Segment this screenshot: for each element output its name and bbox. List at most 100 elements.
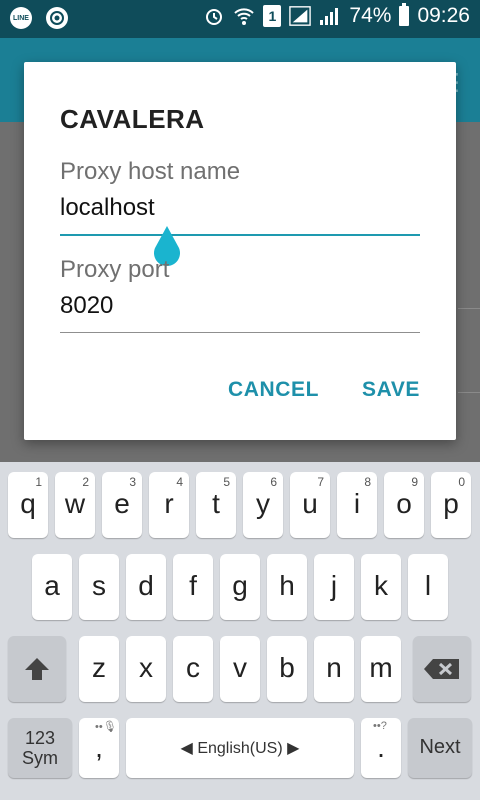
key-w[interactable]: 2w xyxy=(55,472,95,538)
language-label: English(US) xyxy=(197,740,283,757)
key-label: z xyxy=(92,652,106,683)
proxy-host-input[interactable]: localhost xyxy=(60,194,155,222)
key-number-hint: 0 xyxy=(458,475,465,489)
key-j[interactable]: j xyxy=(314,554,354,620)
proxy-host-underline xyxy=(60,234,420,236)
clock: 09:26 xyxy=(417,4,470,27)
symbols-key[interactable]: 123 Sym xyxy=(8,718,72,778)
key-v[interactable]: v xyxy=(220,636,260,702)
key-n[interactable]: n xyxy=(314,636,354,702)
key-label: . xyxy=(377,732,385,763)
key-b[interactable]: b xyxy=(267,636,307,702)
key-l[interactable]: l xyxy=(408,554,448,620)
next-key-label: Next xyxy=(419,736,461,758)
key-label: u xyxy=(302,488,318,519)
battery-icon xyxy=(399,3,410,26)
key-d[interactable]: d xyxy=(126,554,166,620)
symbols-key-label: 123 xyxy=(24,728,56,748)
key-label: c xyxy=(186,652,200,683)
soft-keyboard: 1q 2w 3e 4r 5t 6y 7u 8i 9o 0p a s d f g … xyxy=(0,462,480,800)
key-y[interactable]: 6y xyxy=(243,472,283,538)
key-label: r xyxy=(164,488,174,519)
battery-percent: 74% xyxy=(349,4,392,27)
backspace-key[interactable] xyxy=(413,636,471,702)
key-label: x xyxy=(139,652,153,683)
proxy-port-label: Proxy port xyxy=(60,256,170,283)
key-number-hint: 5 xyxy=(223,475,230,489)
key-c[interactable]: c xyxy=(173,636,213,702)
key-a[interactable]: a xyxy=(32,554,72,620)
key-number-hint: 3 xyxy=(129,475,136,489)
key-z[interactable]: z xyxy=(79,636,119,702)
proxy-port-input[interactable]: 8020 xyxy=(60,292,113,320)
key-t[interactable]: 5t xyxy=(196,472,236,538)
key-label: e xyxy=(114,488,130,519)
comma-key[interactable]: ••🎙 , xyxy=(79,718,119,778)
proxy-host-label: Proxy host name xyxy=(60,158,241,185)
key-number-hint: 4 xyxy=(176,475,183,489)
key-label: , xyxy=(95,732,103,763)
status-bar: LINE 1 74% 09:26 xyxy=(0,0,480,38)
divider xyxy=(458,308,480,309)
wifi-icon xyxy=(233,5,255,27)
space-bar[interactable]: ◀ English(US) ▶ xyxy=(126,718,354,778)
key-number-hint: 7 xyxy=(317,475,324,489)
alarm-icon xyxy=(203,5,225,27)
key-label: p xyxy=(443,488,459,519)
cancel-button[interactable]: CANCEL xyxy=(228,378,319,402)
key-u[interactable]: 7u xyxy=(290,472,330,538)
system-icons: 1 74% 09:26 xyxy=(203,3,470,28)
key-x[interactable]: x xyxy=(126,636,166,702)
key-label: y xyxy=(256,488,270,519)
key-s[interactable]: s xyxy=(79,554,119,620)
key-label: g xyxy=(232,570,248,601)
symbols-key-label: Sym xyxy=(22,748,58,768)
chrome-icon xyxy=(46,7,68,29)
save-button[interactable]: SAVE xyxy=(362,378,420,402)
key-k[interactable]: k xyxy=(361,554,401,620)
signal-icon xyxy=(289,5,312,27)
key-f[interactable]: f xyxy=(173,554,213,620)
key-o[interactable]: 9o xyxy=(384,472,424,538)
key-label: t xyxy=(212,488,220,519)
key-r[interactable]: 4r xyxy=(149,472,189,538)
key-label: q xyxy=(20,488,36,519)
key-i[interactable]: 8i xyxy=(337,472,377,538)
shift-key[interactable] xyxy=(8,636,66,702)
key-number-hint: 2 xyxy=(82,475,89,489)
divider xyxy=(458,392,480,393)
key-number-hint: 9 xyxy=(411,475,418,489)
key-label: b xyxy=(279,652,295,683)
key-label: o xyxy=(396,488,412,519)
key-number-hint: 6 xyxy=(270,475,277,489)
key-h[interactable]: h xyxy=(267,554,307,620)
key-label: k xyxy=(374,570,388,601)
key-m[interactable]: m xyxy=(361,636,401,702)
chevron-left-icon: ◀ xyxy=(180,740,193,757)
key-p[interactable]: 0p xyxy=(431,472,471,538)
chevron-right-icon: ▶ xyxy=(287,740,300,757)
backspace-icon xyxy=(424,659,459,679)
key-label: v xyxy=(233,652,247,683)
key-g[interactable]: g xyxy=(220,554,260,620)
key-label: m xyxy=(369,652,393,683)
proxy-port-underline xyxy=(60,332,420,333)
key-q[interactable]: 1q xyxy=(8,472,48,538)
key-e[interactable]: 3e xyxy=(102,472,142,538)
proxy-settings-dialog: CAVALERA Proxy host name localhost Proxy… xyxy=(24,62,456,440)
line-app-icon: LINE xyxy=(10,7,32,29)
key-label: n xyxy=(326,652,342,683)
key-number-hint: 1 xyxy=(35,475,42,489)
key-label: j xyxy=(330,570,338,601)
key-label: l xyxy=(424,570,432,601)
shift-arrow-icon xyxy=(25,658,49,680)
language-selector: ◀ English(US) ▶ xyxy=(126,738,354,758)
next-key[interactable]: Next xyxy=(408,718,472,778)
dialog-title: CAVALERA xyxy=(60,104,205,134)
sim-card-icon: 1 xyxy=(263,5,282,27)
key-label: h xyxy=(279,570,295,601)
key-label: w xyxy=(64,488,86,519)
period-key[interactable]: ••? . xyxy=(361,718,401,778)
punctuation-hint: ••? xyxy=(373,720,387,732)
key-number-hint: 8 xyxy=(364,475,371,489)
